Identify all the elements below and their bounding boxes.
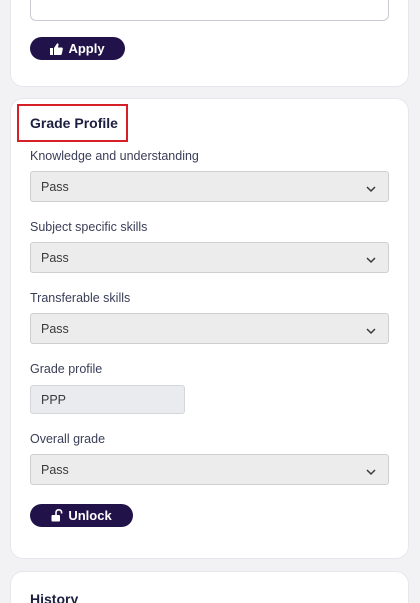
history-card: History <box>11 572 408 603</box>
subject-skills-select[interactable]: Pass <box>30 242 389 273</box>
overall-grade-label: Overall grade <box>30 432 106 446</box>
knowledge-select[interactable]: Pass <box>30 171 389 202</box>
apply-button[interactable]: Apply <box>30 37 125 60</box>
overall-grade-value: Pass <box>41 462 69 477</box>
thumbs-up-icon <box>50 42 64 55</box>
subject-skills-value: Pass <box>41 250 69 265</box>
unlock-button[interactable]: Unlock <box>30 504 133 527</box>
transferable-skills-value: Pass <box>41 321 69 336</box>
unlock-label: Unlock <box>68 508 112 523</box>
grade-profile-card: Grade Profile Knowledge and understandin… <box>11 99 408 558</box>
chevron-down-icon <box>366 465 376 479</box>
section-title-highlight: Grade Profile <box>17 104 128 142</box>
unlock-icon <box>51 509 63 522</box>
history-title: History <box>30 591 79 603</box>
transferable-skills-label: Transferable skills <box>30 291 131 305</box>
chevron-down-icon <box>366 182 376 196</box>
chevron-down-icon <box>366 253 376 267</box>
text-input[interactable] <box>30 0 389 21</box>
grade-profile-label: Grade profile <box>30 362 103 376</box>
grade-profile-field: PPP <box>30 385 185 414</box>
overall-grade-select[interactable]: Pass <box>30 454 389 485</box>
knowledge-value: Pass <box>41 179 69 194</box>
subject-skills-label: Subject specific skills <box>30 220 148 234</box>
knowledge-label: Knowledge and understanding <box>30 149 199 163</box>
filter-card: Apply <box>11 0 408 86</box>
transferable-skills-select[interactable]: Pass <box>30 313 389 344</box>
section-title: Grade Profile <box>30 115 118 131</box>
apply-label: Apply <box>68 41 105 56</box>
grade-profile-value: PPP <box>41 392 67 407</box>
chevron-down-icon <box>366 324 376 338</box>
